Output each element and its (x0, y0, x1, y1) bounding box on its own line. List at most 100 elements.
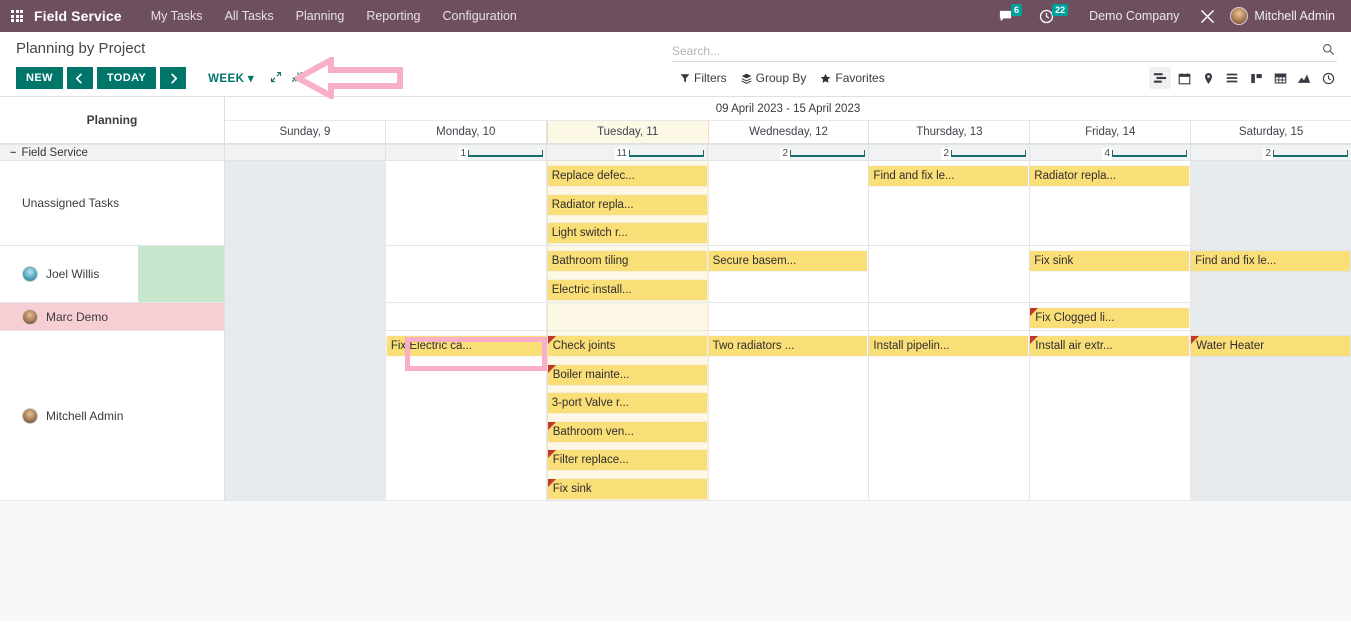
gantt-task-pill[interactable]: Fix sink (548, 479, 707, 499)
arrow-left-icon (74, 73, 85, 84)
gantt-task-pill[interactable]: Replace defec... (548, 166, 707, 186)
scale-selector[interactable]: WEEK ▾ (202, 71, 260, 85)
gantt-cell[interactable] (225, 303, 386, 330)
gantt-task-pill[interactable]: Water Heater (1191, 336, 1350, 356)
company-switcher[interactable]: Demo Company (1079, 9, 1189, 23)
gantt-task-pill[interactable]: 3-port Valve r... (548, 393, 707, 413)
gantt-task-pill[interactable]: Light switch r... (548, 223, 707, 243)
gantt-cell[interactable] (709, 303, 870, 330)
graph-view-icon[interactable] (1293, 67, 1315, 89)
search-facets: Filters Group By Favorites (680, 71, 885, 85)
gantt-task-pill[interactable]: Check joints (548, 336, 707, 356)
gantt-cell[interactable] (709, 161, 870, 245)
group-count-value: 2 (941, 148, 951, 160)
gantt-task-pill[interactable]: Secure basem... (709, 251, 868, 271)
list-view-icon[interactable] (1221, 67, 1243, 89)
prev-period-button[interactable] (67, 67, 93, 89)
gantt-cell[interactable] (1191, 161, 1351, 245)
gantt-cell[interactable] (225, 331, 386, 500)
messages-count-badge: 6 (1011, 4, 1022, 16)
page-filler (0, 501, 1351, 621)
favorites-button[interactable]: Favorites (820, 71, 884, 85)
gantt-resource-row[interactable]: Mitchell Admin (0, 331, 224, 501)
gantt-task-pill[interactable]: Install air extr... (1030, 336, 1189, 356)
gantt-task-pill[interactable]: Install pipelin... (869, 336, 1028, 356)
gantt-cell[interactable] (386, 161, 547, 245)
gantt-cell[interactable] (225, 246, 386, 302)
nav-item-all-tasks[interactable]: All Tasks (214, 0, 285, 32)
gantt-task-pill[interactable]: Bathroom tiling (548, 251, 707, 271)
gantt-task-pill[interactable]: Filter replace... (548, 450, 707, 470)
kanban-view-icon[interactable] (1245, 67, 1267, 89)
collapse-icon[interactable] (291, 71, 303, 85)
gantt-row: Replace defec... Radiator repla... Light s… (225, 161, 1351, 246)
nav-item-reporting[interactable]: Reporting (355, 0, 431, 32)
top-navbar: Field Service My Tasks All Tasks Plannin… (0, 0, 1351, 32)
gantt-task-pill[interactable]: Fix Clogged li... (1030, 308, 1189, 328)
gantt-view-icon[interactable] (1149, 67, 1171, 89)
groupby-button[interactable]: Group By (741, 71, 807, 85)
new-button[interactable]: NEW (16, 67, 63, 89)
group-count-bar (629, 150, 704, 157)
chevron-down-icon: ▾ (248, 73, 254, 85)
gantt-task-pill[interactable]: Electric install... (548, 280, 707, 300)
gantt-task-pill[interactable]: Bathroom ven... (548, 422, 707, 442)
gantt-cell[interactable] (386, 331, 547, 500)
gantt-day-header: Tuesday, 11 (547, 121, 709, 143)
filters-button[interactable]: Filters (680, 71, 727, 85)
user-menu[interactable]: Mitchell Admin (1226, 7, 1343, 25)
search-bar[interactable] (672, 40, 1337, 62)
next-period-button[interactable] (160, 67, 186, 89)
avatar (22, 266, 38, 282)
app-brand[interactable]: Field Service (34, 8, 140, 24)
gantt-cell[interactable] (869, 246, 1030, 302)
gantt-resource-row[interactable]: Marc Demo (0, 303, 224, 331)
gantt-row: Fix Clogged li... (225, 303, 1351, 331)
search-input[interactable] (672, 44, 1322, 58)
map-view-icon[interactable] (1197, 67, 1219, 89)
gantt-cell[interactable] (386, 303, 547, 330)
search-icon[interactable] (1322, 43, 1337, 59)
gantt-cell[interactable] (709, 331, 870, 500)
gantt-cell[interactable] (1191, 331, 1351, 500)
activities-count-badge: 22 (1052, 4, 1068, 16)
expand-icon[interactable] (270, 71, 282, 85)
gantt-cell[interactable] (547, 303, 709, 330)
gantt-day-header: Thursday, 13 (869, 121, 1030, 143)
gantt-cell[interactable] (869, 331, 1030, 500)
today-button[interactable]: TODAY (97, 67, 156, 89)
nav-item-configuration[interactable]: Configuration (432, 0, 528, 32)
gantt-task-pill[interactable]: Find and fix le... (1191, 251, 1350, 271)
gantt-task-pill[interactable]: Fix Electric ca... (387, 336, 546, 356)
nav-item-my-tasks[interactable]: My Tasks (140, 0, 214, 32)
gantt-resource-row[interactable]: Unassigned Tasks (0, 161, 224, 246)
avatar (1230, 7, 1248, 25)
minus-icon[interactable]: − (10, 147, 16, 159)
activities-button[interactable]: 22 (1033, 0, 1076, 32)
messages-button[interactable]: 6 (992, 0, 1030, 32)
calendar-view-icon[interactable] (1173, 67, 1195, 89)
gantt-task-pill[interactable]: Find and fix le... (869, 166, 1028, 186)
gantt-cell[interactable] (1030, 331, 1191, 500)
pivot-view-icon[interactable] (1269, 67, 1291, 89)
gantt-cell[interactable] (386, 246, 547, 302)
gantt-task-pill[interactable]: Radiator repla... (548, 195, 707, 215)
gantt-cell[interactable] (547, 331, 709, 500)
activity-view-icon[interactable] (1317, 67, 1339, 89)
gantt-cell[interactable] (869, 303, 1030, 330)
nav-item-planning[interactable]: Planning (285, 0, 356, 32)
arrow-right-icon (168, 73, 179, 84)
gantt-cell[interactable] (225, 161, 386, 245)
wrench-screwdriver-icon[interactable] (1192, 9, 1223, 24)
gantt-resource-row[interactable]: Joel Willis (0, 246, 224, 303)
apps-grid-icon[interactable] (0, 10, 34, 22)
gantt-group-row[interactable]: − Field Service 1112242 (0, 144, 1351, 161)
gantt-task-pill[interactable]: Boiler mainte... (548, 365, 707, 385)
gantt-task-pill[interactable]: Two radiators ... (709, 336, 868, 356)
gantt-task-pill[interactable]: Radiator repla... (1030, 166, 1189, 186)
gantt-day-header: Friday, 14 (1030, 121, 1191, 143)
gantt-cell[interactable] (1191, 303, 1351, 330)
group-label-field-service[interactable]: − Field Service (0, 145, 225, 160)
group-count-bar (1273, 150, 1348, 157)
gantt-task-pill[interactable]: Fix sink (1030, 251, 1189, 271)
